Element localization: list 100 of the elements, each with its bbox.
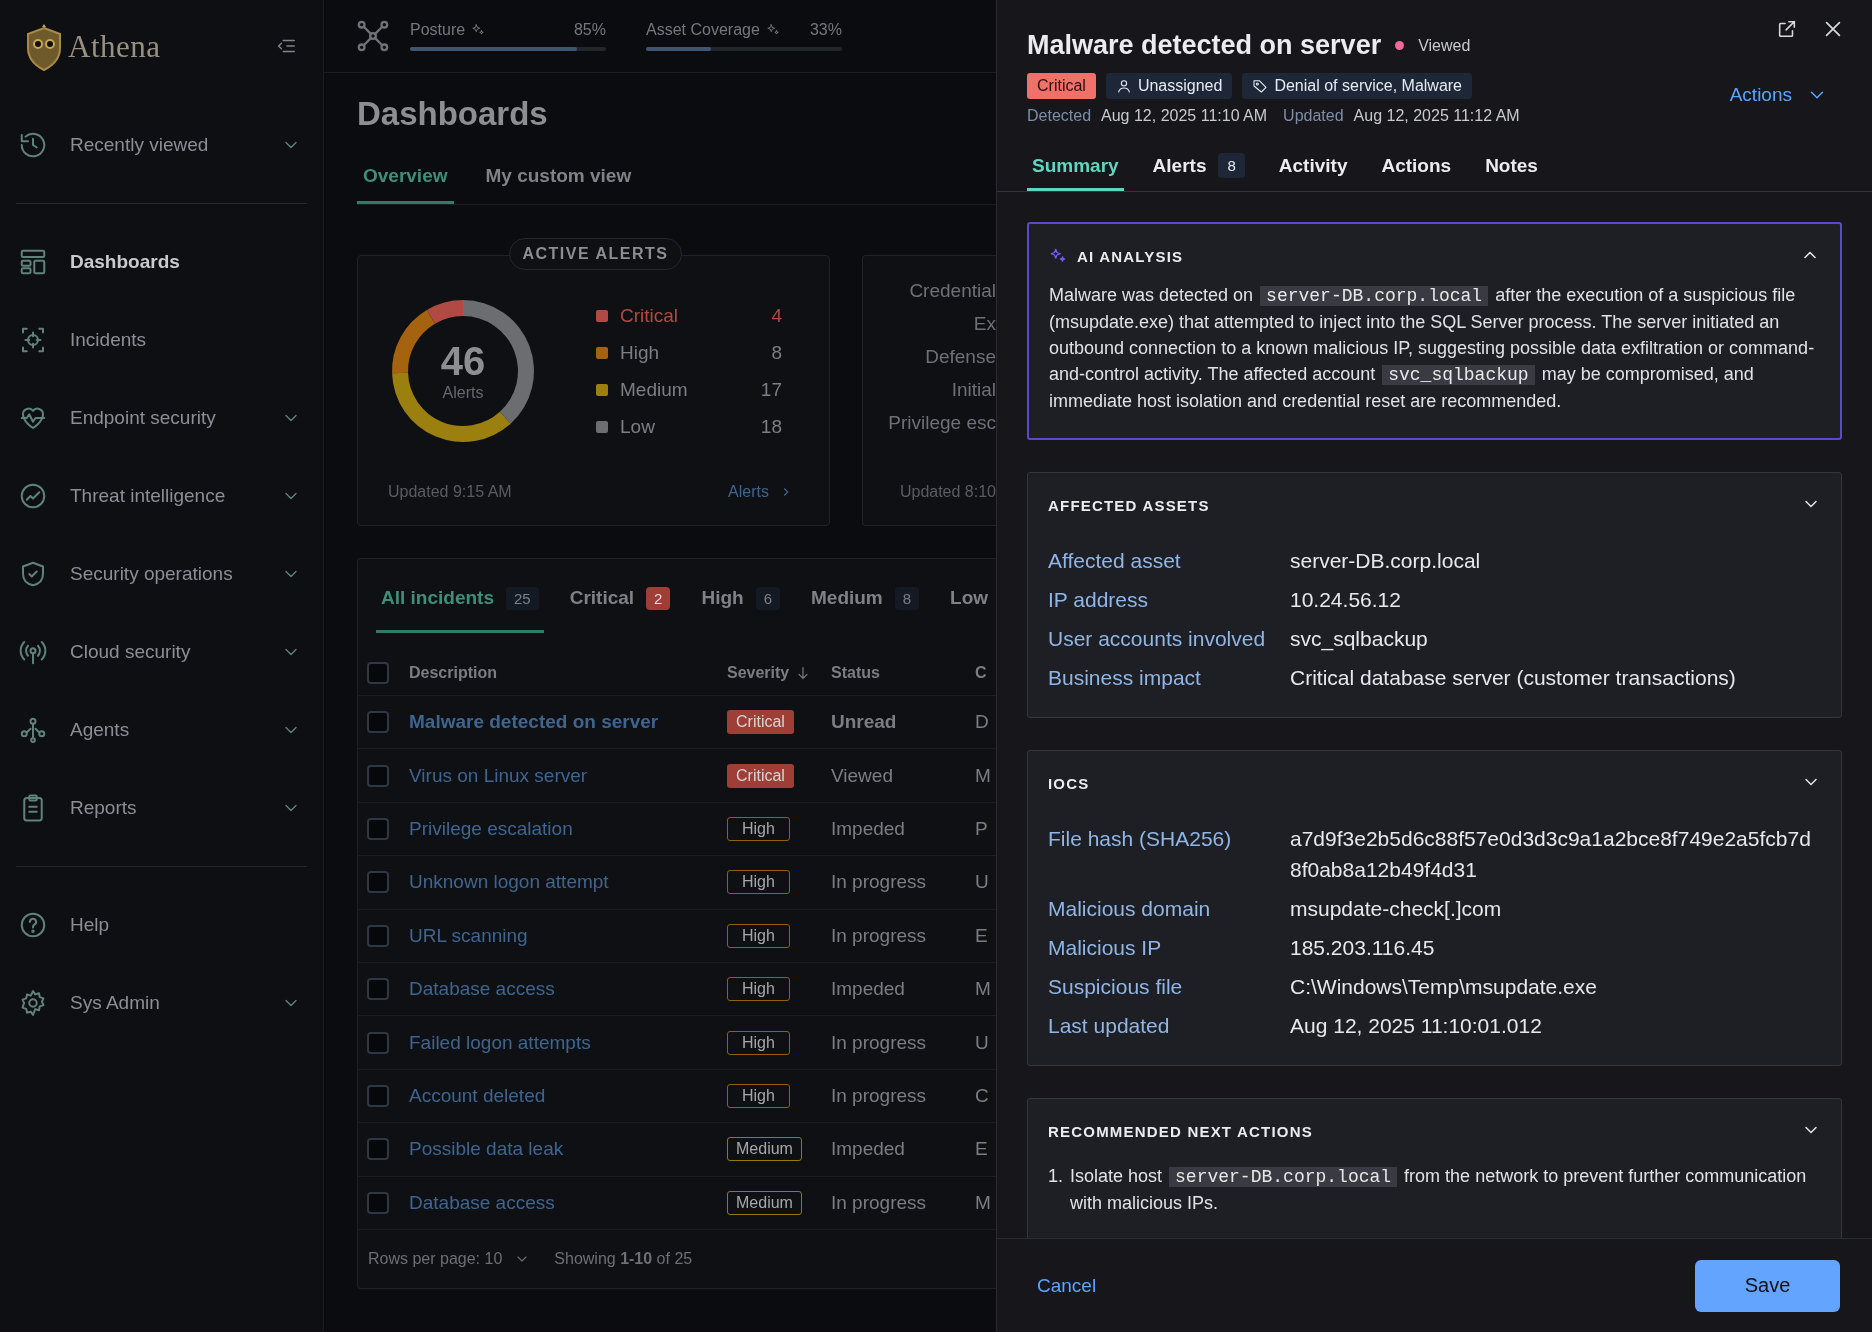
alerts-link[interactable]: Alerts bbox=[728, 483, 793, 501]
filter-tab[interactable]: Low bbox=[945, 587, 989, 633]
history-icon bbox=[18, 130, 48, 160]
column-header[interactable]: Description bbox=[409, 664, 727, 682]
panel-tab[interactable]: Alerts 8 bbox=[1147, 153, 1250, 191]
field-label: IP address bbox=[1048, 587, 1149, 613]
status-text: In progress bbox=[831, 871, 928, 894]
panel-tab[interactable]: Summary bbox=[1027, 153, 1124, 191]
incident-link[interactable]: Failed logon attempts bbox=[409, 1031, 727, 1054]
metric-label: Asset Coverage bbox=[646, 21, 760, 39]
panel-tab[interactable]: Notes bbox=[1480, 153, 1543, 191]
field-value: 10.24.56.12 bbox=[1290, 587, 1402, 613]
field-label: User accounts involved bbox=[1048, 626, 1267, 652]
filter-tab[interactable]: All incidents 25 bbox=[376, 587, 544, 633]
severity-badge: Medium bbox=[727, 1137, 802, 1162]
cancel-link[interactable]: Cancel bbox=[1037, 1274, 1097, 1297]
sidebar-item[interactable]: Cloud security bbox=[16, 613, 307, 691]
filter-tab[interactable]: High 6 bbox=[696, 587, 785, 633]
row-checkbox[interactable] bbox=[367, 817, 389, 840]
sidebar-item[interactable]: Endpoint security bbox=[16, 379, 307, 457]
row-checkbox[interactable] bbox=[367, 711, 389, 734]
incident-link[interactable]: Possible data leak bbox=[409, 1138, 727, 1161]
sidebar-item[interactable]: Recently viewed bbox=[16, 106, 307, 184]
severity-badge: High bbox=[727, 1030, 790, 1055]
network-icon[interactable] bbox=[356, 19, 390, 53]
row-checkbox[interactable] bbox=[367, 1191, 389, 1214]
status-text: Unread bbox=[831, 711, 898, 734]
updated-text: Updated 9:15 AM bbox=[388, 483, 512, 501]
incident-link[interactable]: Malware detected on server bbox=[409, 711, 727, 734]
severity-badge: High bbox=[727, 816, 790, 841]
severity-badge: Critical bbox=[1027, 73, 1096, 99]
view-tab[interactable]: My custom view bbox=[479, 165, 638, 204]
metric-value: 33% bbox=[809, 21, 842, 39]
severity-badge: High bbox=[727, 923, 790, 948]
card-title: ACTIVE ALERTS bbox=[509, 238, 682, 270]
column-header[interactable]: Status bbox=[831, 664, 975, 682]
incident-link[interactable]: Unknown logon attempt bbox=[409, 871, 727, 894]
column-header[interactable]: C bbox=[975, 664, 996, 682]
status-text: Viewed bbox=[831, 764, 894, 787]
sidebar-item[interactable]: Security operations bbox=[16, 535, 307, 613]
table-cell-text: M bbox=[975, 978, 992, 1001]
incident-link[interactable]: Database access bbox=[409, 1191, 727, 1214]
step-number: 1. bbox=[1048, 1165, 1064, 1188]
row-checkbox[interactable] bbox=[367, 978, 389, 1001]
legend-label: Critical bbox=[620, 304, 679, 327]
sparkle-icon bbox=[1049, 247, 1067, 265]
sidebar-item[interactable]: Threat intelligence bbox=[16, 457, 307, 535]
table-cell-text: M bbox=[975, 764, 992, 787]
save-button[interactable]: Save bbox=[1695, 1259, 1840, 1312]
row-checkbox[interactable] bbox=[367, 764, 389, 787]
meta-value: Aug 12, 2025 11:10 AM bbox=[1101, 107, 1268, 125]
trend-icon bbox=[18, 481, 48, 511]
panel-tab[interactable]: Activity bbox=[1273, 153, 1353, 191]
incident-link[interactable]: Account deleted bbox=[409, 1084, 727, 1107]
count-badge: 8 bbox=[1218, 153, 1245, 178]
incident-link[interactable]: Privilege escalation bbox=[409, 817, 727, 840]
analysis-text: Malware was detected on server-DB.corp.local after the execution of a suspicious file (msupdate.exe) that attempted to inject into the SQL Server process. The server initiated an outbound connection to a known malicious IP, suggesting possible data exfiltration or command-and-control activity. The affected account svc_sqlbackup may be compromised, and immediate host isolation and credential reset are recommended. bbox=[1049, 284, 1816, 413]
pagination-text: Showing 1-10 of 25 bbox=[554, 1250, 693, 1268]
status-dot bbox=[1395, 41, 1405, 50]
sidebar-item[interactable]: Incidents bbox=[16, 301, 307, 379]
count-badge: 8 bbox=[894, 587, 920, 610]
table-cell-text: M bbox=[975, 1191, 992, 1214]
row-checkbox[interactable] bbox=[367, 1031, 389, 1054]
incident-link[interactable]: Virus on Linux server bbox=[409, 764, 727, 787]
column-header[interactable]: Severity bbox=[727, 664, 831, 682]
section-title: RECOMMENDED NEXT ACTIONS bbox=[1048, 1122, 1313, 1140]
meta-label: Updated bbox=[1283, 107, 1344, 125]
panel-tab[interactable]: Actions bbox=[1376, 153, 1457, 191]
sidebar-item[interactable]: Help bbox=[16, 886, 307, 964]
incident-link[interactable]: Database access bbox=[409, 978, 727, 1001]
row-checkbox[interactable] bbox=[367, 1084, 389, 1107]
metric-value: 85% bbox=[573, 21, 606, 39]
actions-dropdown[interactable]: Actions bbox=[1723, 83, 1834, 107]
section-title: IOCS bbox=[1048, 774, 1090, 792]
row-checkbox[interactable] bbox=[367, 1138, 389, 1161]
rows-per-page[interactable]: Rows per page: 10 bbox=[368, 1250, 503, 1268]
person-icon bbox=[1115, 78, 1132, 94]
field-value: msupdate-check[.]com bbox=[1290, 896, 1503, 922]
row-checkbox[interactable] bbox=[367, 924, 389, 947]
nodes-icon bbox=[18, 715, 48, 745]
row-checkbox[interactable] bbox=[367, 871, 389, 894]
sidebar-item[interactable]: Reports bbox=[16, 769, 307, 847]
shield-logo-icon bbox=[24, 22, 64, 72]
tactic-label: Privilege esc bbox=[888, 412, 996, 435]
incident-link[interactable]: URL scanning bbox=[409, 924, 727, 947]
sidebar-item[interactable]: Agents bbox=[16, 691, 307, 769]
filter-tab[interactable]: Critical 2 bbox=[564, 587, 676, 633]
sidebar-item[interactable]: Dashboards bbox=[16, 223, 307, 301]
field-label: Affected asset bbox=[1048, 548, 1182, 574]
sidebar-item[interactable]: Sys Admin bbox=[16, 964, 307, 1042]
view-tab[interactable]: Overview bbox=[357, 165, 454, 204]
severity-badge: Critical bbox=[727, 763, 794, 788]
table-cell-text: E bbox=[975, 1138, 989, 1161]
tag-icon bbox=[1252, 78, 1269, 94]
status-text: In progress bbox=[831, 1191, 928, 1214]
select-all-checkbox[interactable] bbox=[367, 662, 389, 684]
field-value: C:\Windows\Temp\msupdate.exe bbox=[1290, 974, 1598, 1000]
filter-tab[interactable]: Medium 8 bbox=[806, 587, 925, 633]
meta-value: Aug 12, 2025 11:12 AM bbox=[1353, 107, 1520, 125]
step-text: Isolate host server-DB.corp.local from the network to prevent further communication with malicious IPs. bbox=[1070, 1165, 1808, 1215]
